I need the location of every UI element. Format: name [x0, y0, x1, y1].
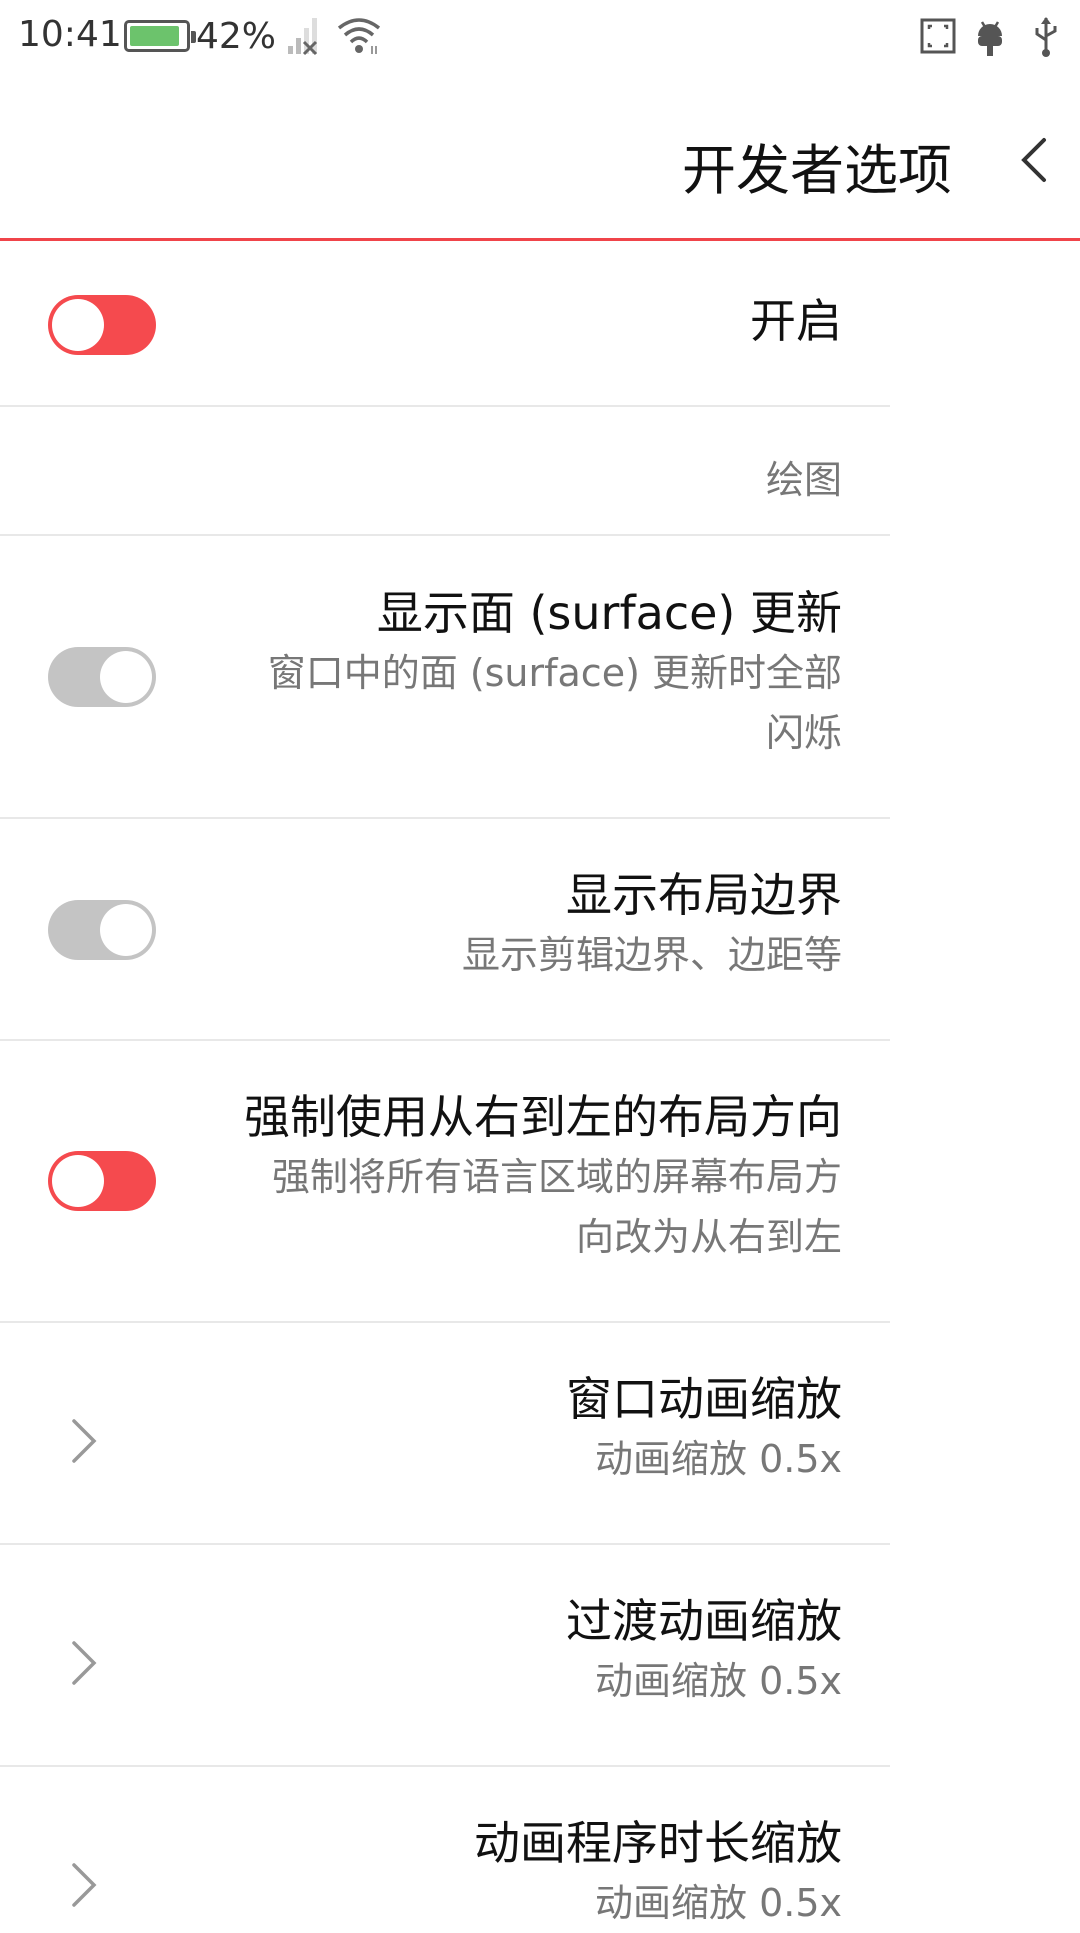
- wifi-icon: [336, 14, 382, 62]
- window-anim-row[interactable]: 窗口动画缩放 动画缩放 0.5x: [0, 1323, 890, 1545]
- transition-anim-row[interactable]: 过渡动画缩放 动画缩放 0.5x: [0, 1545, 890, 1767]
- force-rtl-switch[interactable]: [48, 1151, 156, 1211]
- chevron-left-icon[interactable]: [1006, 132, 1062, 188]
- layout-bounds-title: 显示布局边界: [566, 868, 842, 922]
- screenshot-icon: [918, 14, 958, 62]
- surface-updates-row[interactable]: 显示面 (surface) 更新 窗口中的面 (surface) 更新时全部 闪…: [0, 536, 890, 819]
- animator-duration-row[interactable]: 动画程序时长缩放 动画缩放 0.5x: [0, 1767, 890, 1925]
- master-toggle-switch[interactable]: [48, 295, 156, 355]
- battery-fill: [130, 26, 179, 46]
- android-debug-icon: [972, 14, 1008, 62]
- master-toggle-row[interactable]: 开启: [0, 241, 890, 407]
- chevron-right-icon: [64, 1855, 104, 1915]
- battery-percent: 42%: [196, 16, 277, 57]
- animator-duration-subtitle: 动画缩放 0.5x: [594, 1881, 842, 1925]
- layout-bounds-switch[interactable]: [48, 900, 156, 960]
- toggle-knob: [100, 904, 152, 956]
- force-rtl-title: 强制使用从右到左的布局方向: [244, 1090, 842, 1144]
- category-label: 绘图: [765, 458, 842, 502]
- force-rtl-row[interactable]: 强制使用从右到左的布局方向 强制将所有语言区域的屏幕布局方 向改为从右到左: [0, 1041, 890, 1323]
- transition-anim-subtitle: 动画缩放 0.5x: [594, 1659, 842, 1703]
- surface-updates-switch[interactable]: [48, 647, 156, 707]
- surface-updates-title: 显示面 (surface) 更新: [376, 586, 842, 640]
- page-title: 开发者选项: [682, 139, 952, 202]
- status-bar: 10:41 42%: [0, 0, 1080, 76]
- master-toggle-label: 开启: [750, 294, 842, 348]
- chevron-right-icon: [64, 1411, 104, 1471]
- category-drawing: 绘图: [0, 407, 890, 536]
- layout-bounds-subtitle: 显示剪辑边界、边距等: [461, 933, 842, 977]
- no-signal-icon: [286, 14, 322, 62]
- force-rtl-subtitle-line1: 强制将所有语言区域的屏幕布局方: [271, 1155, 842, 1199]
- animator-duration-title: 动画程序时长缩放: [474, 1816, 842, 1870]
- toggle-knob: [100, 651, 152, 703]
- window-anim-title: 窗口动画缩放: [566, 1372, 842, 1426]
- chevron-right-icon: [64, 1633, 104, 1693]
- battery-icon: [124, 20, 196, 52]
- status-time: 10:41: [18, 14, 122, 55]
- surface-updates-subtitle-line2: 闪烁: [765, 711, 842, 755]
- surface-updates-subtitle-line1: 窗口中的面 (surface) 更新时全部: [267, 651, 842, 695]
- usb-icon: [1030, 14, 1062, 62]
- layout-bounds-row[interactable]: 显示布局边界 显示剪辑边界、边距等: [0, 819, 890, 1041]
- transition-anim-title: 过渡动画缩放: [566, 1594, 842, 1648]
- toggle-knob: [52, 1155, 104, 1207]
- toggle-knob: [52, 299, 104, 351]
- window-anim-subtitle: 动画缩放 0.5x: [594, 1437, 842, 1481]
- force-rtl-subtitle-line2: 向改为从右到左: [575, 1215, 842, 1259]
- app-header: 开发者选项: [0, 76, 1080, 241]
